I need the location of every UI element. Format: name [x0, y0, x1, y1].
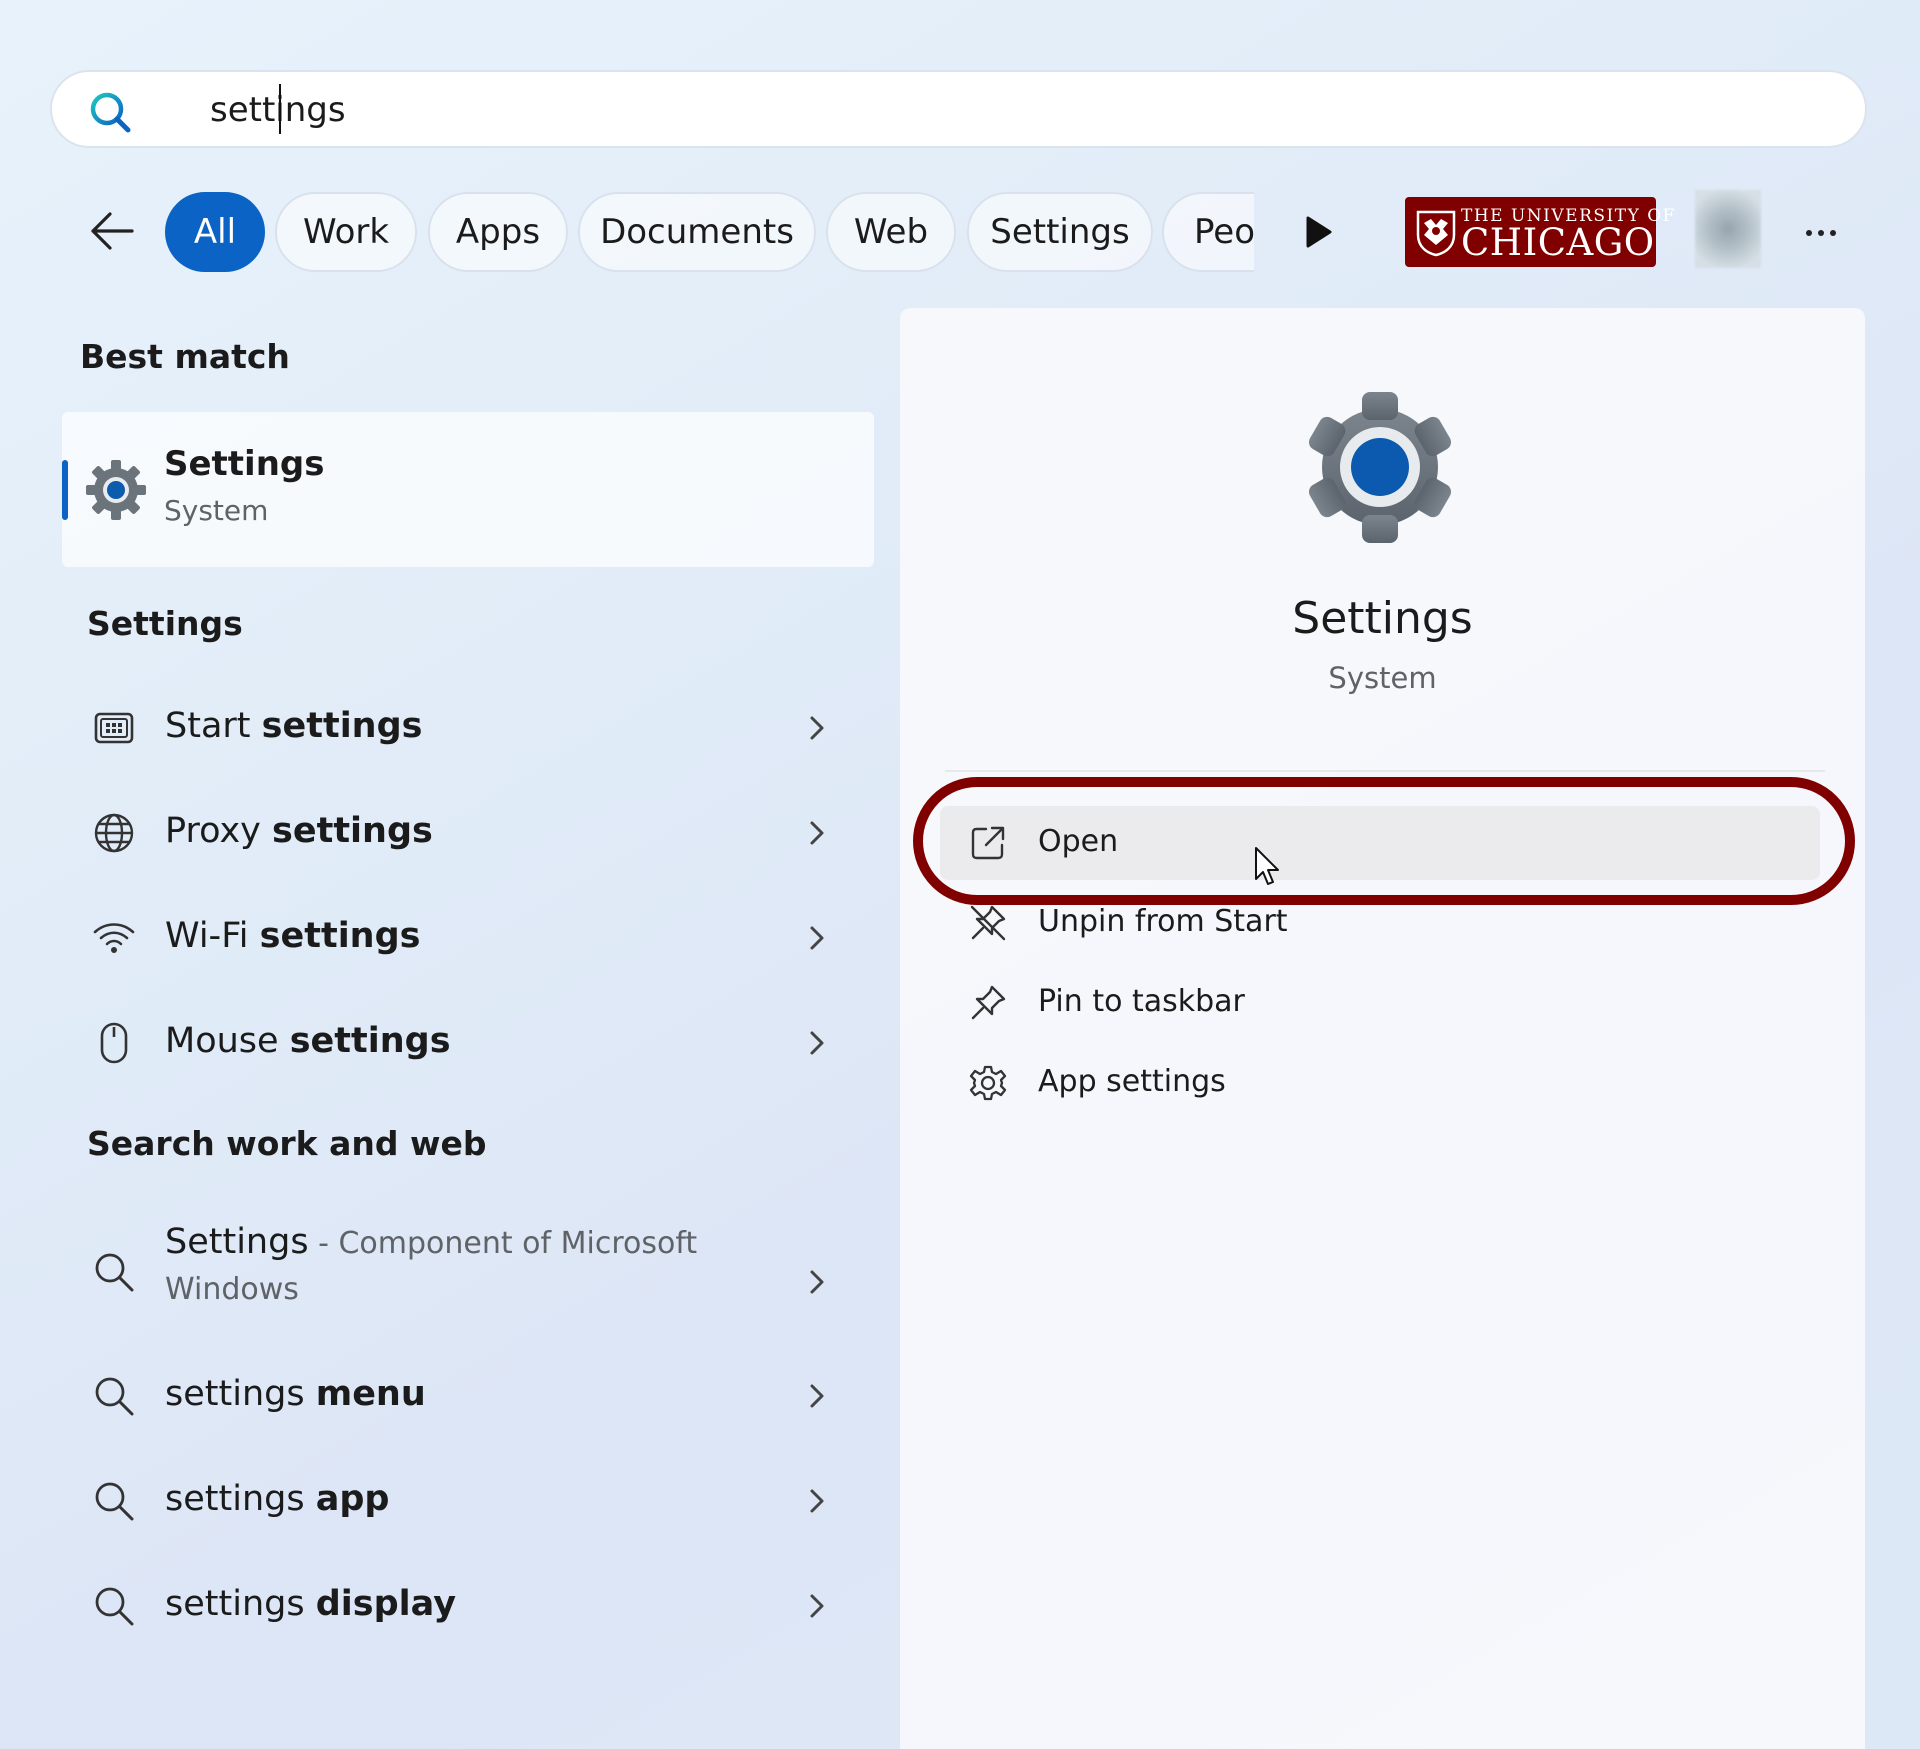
web-result-desc-line2: Windows: [165, 1272, 299, 1307]
best-match-subtitle: System: [164, 494, 269, 527]
dot: [1830, 230, 1836, 236]
chevron-right-icon[interactable]: [802, 817, 832, 849]
user-avatar[interactable]: [1695, 190, 1761, 268]
highlight-annotation: [913, 777, 1855, 905]
settings-heading: Settings: [87, 604, 243, 643]
unpin-action-label: Unpin from Start: [1038, 904, 1288, 939]
web-result-label: settings display: [165, 1584, 457, 1624]
pin-to-taskbar-action[interactable]: Pin to taskbar: [940, 966, 1820, 1040]
chevron-right-icon[interactable]: [802, 1266, 832, 1298]
best-match-title: Settings: [164, 444, 325, 484]
search-icon: [95, 1587, 134, 1626]
settings-app-icon: [86, 460, 146, 520]
dot: [1806, 230, 1812, 236]
search-icon: [90, 92, 131, 133]
pin-action-label: Pin to taskbar: [1038, 984, 1245, 1019]
chevron-right-icon[interactable]: [802, 922, 832, 954]
divider: [945, 770, 1825, 772]
mouse-cursor-icon: [1255, 847, 1279, 885]
mouse-icon: [100, 1022, 128, 1064]
filter-chip-web[interactable]: Web: [826, 192, 956, 272]
filter-chip-work[interactable]: Work: [275, 192, 417, 272]
search-icon: [95, 1482, 134, 1521]
more-options-button[interactable]: [1800, 215, 1842, 251]
web-result-settings-menu[interactable]: settings menu: [72, 1350, 842, 1440]
detail-title: Settings: [1292, 593, 1473, 644]
chevron-right-icon[interactable]: [802, 1485, 832, 1517]
search-icon: [95, 1253, 134, 1292]
detail-subtitle: System: [1328, 661, 1437, 695]
wifi-icon: [93, 923, 135, 953]
search-icon: [95, 1377, 134, 1416]
best-match-item[interactable]: Settings System: [62, 412, 874, 567]
best-match-heading: Best match: [80, 337, 290, 376]
globe-icon: [94, 813, 134, 853]
settings-result-label: Wi-Fi settings: [165, 916, 421, 956]
web-result-label: Settings - Component of Microsoft: [165, 1222, 698, 1262]
phoenix-seal-icon: [1416, 210, 1456, 257]
back-arrow-icon: [91, 212, 134, 250]
settings-result-wifi[interactable]: Wi-Fi settings: [72, 892, 842, 982]
chevron-right-icon[interactable]: [802, 712, 832, 744]
organization-logo: THE UNIVERSITY OF CHICAGO: [1405, 197, 1674, 267]
chevron-right-icon[interactable]: [802, 1380, 832, 1412]
web-result-settings-app[interactable]: settings app: [72, 1455, 842, 1545]
filter-chip-documents[interactable]: Documents: [578, 192, 816, 272]
filter-chip-people[interactable]: Peo: [1162, 192, 1254, 272]
settings-app-large-icon: [1308, 392, 1452, 543]
scroll-right-icon[interactable]: [1298, 210, 1338, 254]
filter-chip-all[interactable]: All: [165, 192, 265, 272]
chevron-right-icon[interactable]: [802, 1027, 832, 1059]
settings-result-label: Mouse settings: [165, 1021, 451, 1061]
text-caret: [279, 84, 281, 134]
settings-result-label: Proxy settings: [165, 811, 433, 851]
unpin-icon: [970, 905, 1006, 941]
app-settings-action-label: App settings: [1038, 1064, 1226, 1099]
search-bar[interactable]: [50, 70, 1867, 148]
search-web-heading: Search work and web: [87, 1124, 487, 1163]
settings-result-mouse[interactable]: Mouse settings: [72, 997, 842, 1087]
settings-result-start[interactable]: Start settings: [72, 682, 842, 772]
web-result-settings-component[interactable]: Settings - Component of Microsoft Window…: [72, 1222, 842, 1342]
web-result-label: settings app: [165, 1479, 390, 1519]
back-button[interactable]: [82, 205, 142, 257]
web-result-label: settings menu: [165, 1374, 426, 1414]
filter-chip-settings[interactable]: Settings: [967, 192, 1153, 272]
start-icon: [94, 712, 134, 744]
app-settings-action[interactable]: App settings: [940, 1046, 1820, 1120]
filter-chip-apps[interactable]: Apps: [428, 192, 568, 272]
pin-icon: [971, 985, 1006, 1020]
chevron-right-icon[interactable]: [802, 1590, 832, 1622]
logo-text-line2: CHICAGO: [1461, 221, 1655, 264]
web-result-settings-display[interactable]: settings display: [72, 1560, 842, 1650]
gear-icon: [969, 1065, 1007, 1101]
settings-result-label: Start settings: [165, 706, 423, 746]
dot: [1818, 230, 1824, 236]
search-input[interactable]: [210, 82, 1810, 138]
settings-result-proxy[interactable]: Proxy settings: [72, 787, 842, 877]
selection-indicator: [62, 460, 68, 520]
